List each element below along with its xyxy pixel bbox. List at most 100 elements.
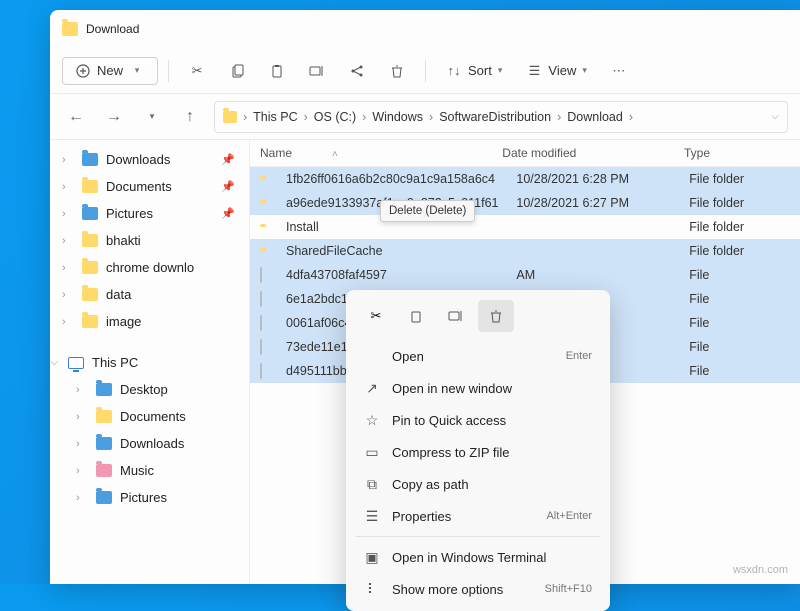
file-name: 1fb26ff0616a6b2c80c9a1c9a158a6c4: [286, 172, 516, 186]
context-menu-item[interactable]: ⠇ Show more options Shift+F10: [352, 573, 604, 605]
ctx-rename-button[interactable]: [438, 300, 474, 332]
paste-button[interactable]: [259, 57, 295, 85]
sidebar-item[interactable]: › Pictures: [54, 484, 245, 511]
column-name[interactable]: Name˄: [260, 146, 502, 160]
menu-item-icon: ↗: [364, 380, 380, 396]
sidebar-item[interactable]: › data: [54, 281, 245, 308]
chevron-down-icon[interactable]: ⌵: [771, 111, 779, 122]
copy-button[interactable]: [219, 57, 255, 85]
tree-toggle-icon[interactable]: ›: [76, 384, 80, 396]
folder-icon: [96, 383, 112, 396]
tree-toggle-icon[interactable]: ›: [62, 154, 66, 166]
forward-button[interactable]: →: [100, 103, 128, 131]
share-button[interactable]: [339, 57, 375, 85]
context-menu-item[interactable]: ⧉ Copy as path: [352, 468, 604, 500]
sidebar-label: Pictures: [120, 490, 167, 505]
folder-icon: [82, 234, 98, 247]
sidebar-item[interactable]: › chrome downlo: [54, 254, 245, 281]
trash-icon: [489, 309, 503, 323]
tree-toggle-icon[interactable]: ›: [62, 262, 66, 274]
plus-icon: [75, 63, 91, 79]
sidebar-item[interactable]: › image: [54, 308, 245, 335]
sidebar-item[interactable]: › Downloads: [54, 430, 245, 457]
breadcrumb[interactable]: › This PC› OS (C:)› Windows› SoftwareDis…: [214, 101, 788, 133]
pin-icon: 📌: [221, 207, 235, 220]
tree-toggle-icon[interactable]: ›: [62, 181, 66, 193]
crumb-item[interactable]: This PC: [249, 106, 301, 128]
context-menu-item[interactable]: ☰ Properties Alt+Enter: [352, 500, 604, 532]
file-type: File folder: [689, 196, 790, 210]
sidebar-label: This PC: [92, 355, 138, 370]
more-button[interactable]: ⋯: [601, 57, 637, 85]
sidebar-item[interactable]: › bhakti: [54, 227, 245, 254]
up-button[interactable]: ↑: [176, 103, 204, 131]
recent-button[interactable]: ▾: [138, 103, 166, 131]
column-date[interactable]: Date modified: [502, 146, 684, 160]
sidebar-item[interactable]: › Documents 📌: [54, 173, 245, 200]
chevron-right-icon: ›: [243, 110, 247, 124]
menu-item-icon: ▣: [364, 549, 380, 565]
menu-item-label: Open: [392, 349, 424, 364]
folder-icon: [96, 410, 112, 423]
sidebar-item[interactable]: › Desktop: [54, 376, 245, 403]
ctx-copy-button[interactable]: [398, 300, 434, 332]
crumb-item[interactable]: SoftwareDistribution: [435, 106, 555, 128]
sort-button[interactable]: ↑↓ Sort ▾: [436, 57, 512, 85]
sort-arrow-icon: ˄: [332, 149, 338, 160]
file-row[interactable]: 4dfa43708faf4597 AM File: [250, 263, 800, 287]
file-icon: [260, 363, 262, 379]
sidebar-label: chrome downlo: [106, 260, 194, 275]
tree-toggle-icon[interactable]: ›: [76, 465, 80, 477]
sidebar-label: image: [106, 314, 141, 329]
scissors-icon: ✂: [371, 308, 382, 324]
share-icon: [349, 63, 365, 79]
tree-toggle-icon[interactable]: ›: [76, 438, 80, 450]
titlebar: Download: [50, 10, 800, 48]
tree-toggle-icon[interactable]: ›: [76, 411, 80, 423]
file-name: SharedFileCache: [286, 244, 516, 258]
sidebar-item[interactable]: › Documents: [54, 403, 245, 430]
sidebar-this-pc[interactable]: ⌵ This PC: [54, 349, 245, 376]
tree-toggle-icon[interactable]: ›: [62, 208, 66, 220]
sidebar-item[interactable]: › Downloads 📌: [54, 146, 245, 173]
context-menu-item[interactable]: Open Enter: [352, 340, 604, 372]
sidebar-item[interactable]: › Music: [54, 457, 245, 484]
tree-toggle-icon[interactable]: ›: [62, 235, 66, 247]
sidebar-label: Downloads: [106, 152, 170, 167]
file-row[interactable]: SharedFileCache File folder: [250, 239, 800, 263]
file-row[interactable]: Install File folder: [250, 215, 800, 239]
ctx-cut-button[interactable]: ✂: [358, 300, 394, 332]
tree-toggle-icon[interactable]: ›: [62, 316, 66, 328]
crumb-item[interactable]: Windows: [368, 106, 427, 128]
clipboard-icon: [269, 63, 285, 79]
new-button[interactable]: New ▾: [62, 57, 158, 85]
back-button[interactable]: ←: [62, 103, 90, 131]
context-menu-item[interactable]: ↗ Open in new window: [352, 372, 604, 404]
rename-button[interactable]: [299, 57, 335, 85]
file-date: 10/28/2021 6:28 PM: [516, 172, 689, 186]
menu-item-label: Copy as path: [392, 477, 469, 492]
crumb-item[interactable]: Download: [563, 106, 627, 128]
sidebar-label: Downloads: [120, 436, 184, 451]
file-row[interactable]: a96ede9133937af1ca9e872c5c011f61 10/28/2…: [250, 191, 800, 215]
crumb-item[interactable]: OS (C:): [310, 106, 360, 128]
file-icon: [260, 315, 262, 331]
context-menu-item[interactable]: ☆ Pin to Quick access: [352, 404, 604, 436]
context-menu-item[interactable]: ▭ Compress to ZIP file: [352, 436, 604, 468]
sidebar-item[interactable]: › Pictures 📌: [54, 200, 245, 227]
tree-toggle-icon[interactable]: ›: [62, 289, 66, 301]
column-type[interactable]: Type: [684, 146, 790, 160]
cut-button[interactable]: ✂: [179, 57, 215, 85]
context-menu-item[interactable]: ▣ Open in Windows Terminal: [352, 541, 604, 573]
view-button[interactable]: ☰ View ▾: [516, 57, 596, 85]
copy-icon: [229, 63, 245, 79]
tree-toggle-icon[interactable]: ›: [76, 492, 80, 504]
folder-icon: [82, 207, 98, 220]
delete-button[interactable]: [379, 57, 415, 85]
ctx-delete-button[interactable]: [478, 300, 514, 332]
folder-icon: [96, 491, 112, 504]
tree-toggle-icon[interactable]: ⌵: [50, 356, 58, 369]
file-type: File: [689, 268, 790, 282]
file-row[interactable]: 1fb26ff0616a6b2c80c9a1c9a158a6c4 10/28/2…: [250, 167, 800, 191]
separator: [168, 60, 169, 82]
